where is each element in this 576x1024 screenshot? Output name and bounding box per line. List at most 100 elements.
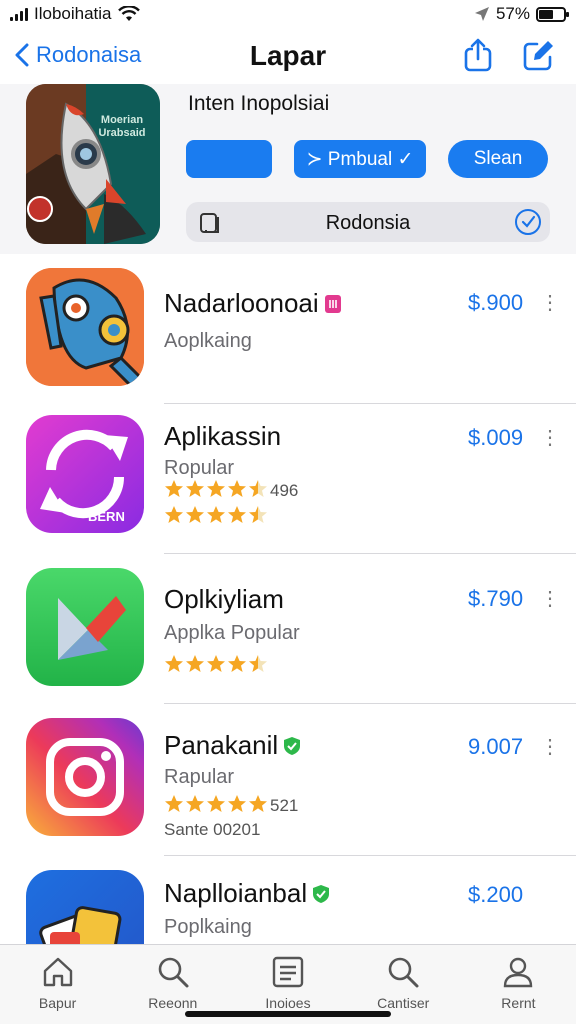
tab-label: Cantiser	[377, 995, 430, 1011]
app-icon	[26, 268, 144, 386]
app-name: Oplkiyliam	[164, 584, 284, 614]
featured-button-3[interactable]: Slean	[448, 140, 548, 178]
status-left: Iloboihatia	[10, 4, 140, 24]
app-name-row: Nadarloonoai	[164, 288, 343, 319]
star-icon	[249, 506, 267, 523]
search-bar-text: Rodonsia	[325, 212, 411, 234]
star-icon	[207, 795, 225, 812]
featured-art-text: Moerian Urabsaid	[98, 114, 146, 139]
app-icon	[26, 870, 144, 944]
status-bar: Iloboihatia 57%	[0, 0, 576, 28]
app-icon-label: BERN	[88, 509, 125, 524]
cards-icon	[39, 906, 122, 944]
featured-artwork[interactable]: Moerian Urabsaid	[26, 84, 160, 244]
tab-label: Bapur	[38, 995, 77, 1011]
star-icon	[186, 795, 204, 812]
app-list: Nadarloonoai Aoplkaing $.900 ⋮ BERN Apli…	[0, 254, 576, 944]
battery-icon	[536, 6, 569, 22]
star-icon	[165, 655, 183, 672]
list-item[interactable]: Panakanil Rapular 521 Sante 00201 9.007 …	[0, 704, 576, 856]
back-label: Rodonaisa	[36, 42, 142, 67]
app-extra-text: Sante 00201	[164, 820, 261, 839]
app-subtitle: Applka Popular	[164, 622, 300, 644]
app-icon	[26, 568, 144, 686]
search-bar[interactable]: Rodonsia	[186, 202, 550, 242]
verified-badge-icon	[313, 885, 330, 903]
app-subtitle: Rapular	[164, 766, 235, 788]
star-icon	[249, 655, 267, 672]
app-name: Nadarloonoai	[164, 288, 319, 318]
app-name: Panakanil	[164, 730, 279, 760]
app-icon	[26, 718, 144, 836]
search-icon	[388, 957, 419, 988]
app-price[interactable]: $.009	[468, 425, 523, 451]
pink-badge-icon	[324, 295, 341, 313]
list-item[interactable]: Naplloianbal Poplkaing $.200	[0, 856, 576, 944]
more-icon[interactable]: ⋮	[540, 586, 560, 611]
star-rating	[164, 654, 268, 674]
app-subtitle: Aoplkaing	[164, 330, 252, 352]
robot-character-icon	[26, 268, 144, 386]
status-right: 57%	[474, 4, 569, 24]
more-icon[interactable]: ⋮	[540, 734, 560, 759]
app-price[interactable]: 9.007	[468, 734, 523, 760]
star-rating	[164, 794, 268, 814]
chevron-left-icon	[15, 43, 29, 67]
app-name: Aplikassin	[164, 421, 282, 451]
app-icon: BERN	[26, 415, 144, 533]
more-icon[interactable]: ⋮	[540, 425, 560, 450]
app-name: Naplloianbal	[164, 878, 308, 908]
play-shape-icon	[58, 596, 126, 660]
nav-header: Rodonaisa Lapar	[0, 30, 576, 84]
star-icon	[165, 480, 183, 497]
app-price[interactable]: $.200	[468, 882, 523, 908]
more-icon[interactable]: ⋮	[540, 290, 560, 315]
tab-label: Inoioes	[265, 995, 311, 1011]
app-name-row: Naplloianbal	[164, 878, 331, 909]
search-icon	[158, 957, 189, 988]
home-icon	[43, 957, 72, 987]
star-icon	[207, 655, 225, 672]
star-rating	[164, 505, 268, 525]
star-icon	[228, 506, 246, 523]
home-indicator	[185, 1011, 391, 1017]
list-icon	[272, 956, 304, 988]
star-icon	[228, 795, 246, 812]
star-icon	[249, 480, 267, 497]
rating-count: 496	[270, 481, 299, 500]
list-item[interactable]: BERN Aplikassin Ropular 496 $.009 ⋮	[0, 397, 576, 554]
signal-icon	[10, 7, 28, 21]
app-subtitle: Poplkaing	[164, 916, 252, 938]
star-icon	[207, 506, 225, 523]
app-price[interactable]: $.900	[468, 290, 523, 316]
list-item[interactable]: Oplkiyliam Applka Popular $.790 ⋮	[0, 554, 576, 704]
tab-profile[interactable]: Rernt	[461, 945, 576, 1024]
refresh-arrows-icon	[40, 429, 128, 519]
featured-section: Moerian Urabsaid Inten Inopolsiai ≻ Pmbu…	[0, 84, 576, 254]
rocket-illustration	[26, 84, 160, 244]
tab-home[interactable]: Bapur	[0, 945, 115, 1024]
featured-button-1[interactable]	[186, 140, 272, 178]
star-icon	[207, 480, 225, 497]
star-icon	[186, 480, 204, 497]
star-icon	[249, 795, 267, 812]
share-icon[interactable]	[461, 38, 495, 72]
tab-label: Rernt	[501, 995, 536, 1011]
star-rating	[164, 479, 268, 499]
app-subtitle: Ropular	[164, 457, 235, 479]
star-icon	[186, 506, 204, 523]
checkmark-circle-icon[interactable]	[514, 208, 542, 236]
star-icon	[165, 795, 183, 812]
wifi-icon	[117, 6, 140, 21]
star-icon	[228, 480, 246, 497]
compose-icon[interactable]	[521, 38, 555, 72]
person-icon	[504, 957, 533, 988]
featured-button-2[interactable]: ≻ Pmbual ✓	[294, 140, 426, 178]
tab-label: Reeonn	[148, 995, 198, 1011]
battery-percent: 57%	[495, 4, 530, 23]
rating-count: 521	[270, 796, 299, 815]
list-item[interactable]: Nadarloonoai Aoplkaing $.900 ⋮	[0, 254, 576, 404]
app-price[interactable]: $.790	[468, 586, 523, 612]
back-button[interactable]: Rodonaisa	[14, 42, 141, 68]
location-icon	[474, 7, 489, 21]
